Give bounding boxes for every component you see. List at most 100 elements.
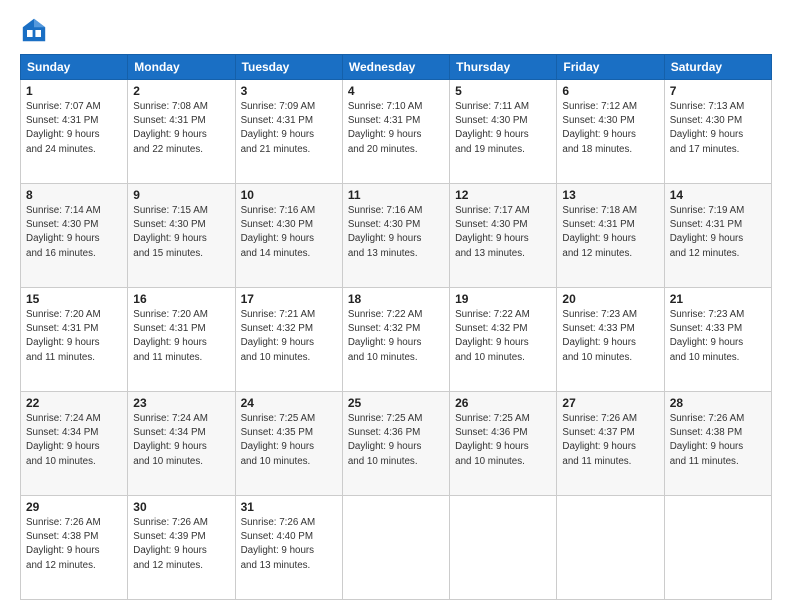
calendar-cell: 13Sunrise: 7:18 AM Sunset: 4:31 PM Dayli… <box>557 184 664 288</box>
calendar-cell <box>342 496 449 600</box>
calendar-cell: 25Sunrise: 7:25 AM Sunset: 4:36 PM Dayli… <box>342 392 449 496</box>
calendar-cell: 3 Sunrise: 7:09 AM Sunset: 4:31 PM Daylig… <box>235 80 342 184</box>
calendar-week-5: 29 Sunrise: 7:26 AM Sunset: 4:38 PM Dayli… <box>21 496 772 600</box>
day-header-monday: Monday <box>128 55 235 80</box>
day-number: 27 <box>562 396 658 410</box>
calendar-cell: 2 Sunrise: 7:08 AM Sunset: 4:31 PM Daylig… <box>128 80 235 184</box>
calendar-cell <box>664 496 771 600</box>
calendar-cell: 29 Sunrise: 7:26 AM Sunset: 4:38 PM Dayli… <box>21 496 128 600</box>
day-number: 6 <box>562 84 658 98</box>
day-info: Sunrise: 7:24 AM Sunset: 4:34 PM Dayligh… <box>133 412 229 469</box>
day-info: Sunrise: 7:16 AM Sunset: 4:30 PM Dayligh… <box>241 204 337 261</box>
calendar-cell: 30 Sunrise: 7:26 AM Sunset: 4:39 PM Dayli… <box>128 496 235 600</box>
day-number: 15 <box>26 292 122 306</box>
day-header-tuesday: Tuesday <box>235 55 342 80</box>
calendar-cell: 23 Sunrise: 7:24 AM Sunset: 4:34 PM Dayli… <box>128 392 235 496</box>
day-header-sunday: Sunday <box>21 55 128 80</box>
day-number: 21 <box>670 292 766 306</box>
calendar-cell: 1 Sunrise: 7:07 AM Sunset: 4:31 PM Daylig… <box>21 80 128 184</box>
day-info: Sunrise: 7:17 AM Sunset: 4:30 PM Dayligh… <box>455 204 551 261</box>
day-info: Sunrise: 7:25 AM Sunset: 4:36 PM Dayligh… <box>455 412 551 469</box>
day-header-thursday: Thursday <box>450 55 557 80</box>
calendar-cell: 5Sunrise: 7:11 AM Sunset: 4:30 PM Daylig… <box>450 80 557 184</box>
calendar-cell: 4 Sunrise: 7:10 AM Sunset: 4:31 PM Daylig… <box>342 80 449 184</box>
day-number: 28 <box>670 396 766 410</box>
calendar-cell: 20Sunrise: 7:23 AM Sunset: 4:33 PM Dayli… <box>557 288 664 392</box>
logo-icon <box>20 16 48 44</box>
calendar-header: SundayMondayTuesdayWednesdayThursdayFrid… <box>21 55 772 80</box>
day-info: Sunrise: 7:08 AM Sunset: 4:31 PM Dayligh… <box>133 100 229 157</box>
calendar-cell: 9Sunrise: 7:15 AM Sunset: 4:30 PM Daylig… <box>128 184 235 288</box>
day-info: Sunrise: 7:07 AM Sunset: 4:31 PM Dayligh… <box>26 100 122 157</box>
day-info: Sunrise: 7:26 AM Sunset: 4:38 PM Dayligh… <box>670 412 766 469</box>
day-number: 10 <box>241 188 337 202</box>
day-number: 20 <box>562 292 658 306</box>
day-info: Sunrise: 7:21 AM Sunset: 4:32 PM Dayligh… <box>241 308 337 365</box>
header <box>20 16 772 44</box>
calendar-cell: 7 Sunrise: 7:13 AM Sunset: 4:30 PM Daylig… <box>664 80 771 184</box>
day-number: 12 <box>455 188 551 202</box>
day-number: 29 <box>26 500 122 514</box>
day-number: 23 <box>133 396 229 410</box>
calendar-cell: 27Sunrise: 7:26 AM Sunset: 4:37 PM Dayli… <box>557 392 664 496</box>
calendar-cell: 24Sunrise: 7:25 AM Sunset: 4:35 PM Dayli… <box>235 392 342 496</box>
day-info: Sunrise: 7:22 AM Sunset: 4:32 PM Dayligh… <box>455 308 551 365</box>
calendar: SundayMondayTuesdayWednesdayThursdayFrid… <box>20 54 772 600</box>
day-number: 24 <box>241 396 337 410</box>
calendar-cell: 21 Sunrise: 7:23 AM Sunset: 4:33 PM Dayli… <box>664 288 771 392</box>
day-info: Sunrise: 7:22 AM Sunset: 4:32 PM Dayligh… <box>348 308 444 365</box>
calendar-cell <box>557 496 664 600</box>
calendar-cell: 6 Sunrise: 7:12 AM Sunset: 4:30 PM Daylig… <box>557 80 664 184</box>
day-number: 31 <box>241 500 337 514</box>
day-info: Sunrise: 7:26 AM Sunset: 4:40 PM Dayligh… <box>241 516 337 573</box>
day-number: 13 <box>562 188 658 202</box>
calendar-cell: 14 Sunrise: 7:19 AM Sunset: 4:31 PM Dayli… <box>664 184 771 288</box>
logo <box>20 16 52 44</box>
day-number: 8 <box>26 188 122 202</box>
calendar-week-4: 22 Sunrise: 7:24 AM Sunset: 4:34 PM Dayli… <box>21 392 772 496</box>
day-number: 1 <box>26 84 122 98</box>
day-number: 26 <box>455 396 551 410</box>
day-info: Sunrise: 7:11 AM Sunset: 4:30 PM Dayligh… <box>455 100 551 157</box>
day-info: Sunrise: 7:23 AM Sunset: 4:33 PM Dayligh… <box>670 308 766 365</box>
day-number: 11 <box>348 188 444 202</box>
day-info: Sunrise: 7:24 AM Sunset: 4:34 PM Dayligh… <box>26 412 122 469</box>
calendar-cell: 12 Sunrise: 7:17 AM Sunset: 4:30 PM Dayli… <box>450 184 557 288</box>
day-info: Sunrise: 7:16 AM Sunset: 4:30 PM Dayligh… <box>348 204 444 261</box>
calendar-cell: 28 Sunrise: 7:26 AM Sunset: 4:38 PM Dayli… <box>664 392 771 496</box>
day-info: Sunrise: 7:15 AM Sunset: 4:30 PM Dayligh… <box>133 204 229 261</box>
day-number: 7 <box>670 84 766 98</box>
calendar-cell: 11 Sunrise: 7:16 AM Sunset: 4:30 PM Dayli… <box>342 184 449 288</box>
day-info: Sunrise: 7:14 AM Sunset: 4:30 PM Dayligh… <box>26 204 122 261</box>
calendar-cell: 31 Sunrise: 7:26 AM Sunset: 4:40 PM Dayli… <box>235 496 342 600</box>
day-number: 22 <box>26 396 122 410</box>
day-number: 2 <box>133 84 229 98</box>
day-number: 25 <box>348 396 444 410</box>
calendar-cell: 26 Sunrise: 7:25 AM Sunset: 4:36 PM Dayli… <box>450 392 557 496</box>
day-info: Sunrise: 7:09 AM Sunset: 4:31 PM Dayligh… <box>241 100 337 157</box>
day-number: 30 <box>133 500 229 514</box>
day-info: Sunrise: 7:20 AM Sunset: 4:31 PM Dayligh… <box>133 308 229 365</box>
day-info: Sunrise: 7:26 AM Sunset: 4:38 PM Dayligh… <box>26 516 122 573</box>
calendar-cell: 22 Sunrise: 7:24 AM Sunset: 4:34 PM Dayli… <box>21 392 128 496</box>
day-info: Sunrise: 7:13 AM Sunset: 4:30 PM Dayligh… <box>670 100 766 157</box>
calendar-cell: 16Sunrise: 7:20 AM Sunset: 4:31 PM Dayli… <box>128 288 235 392</box>
day-number: 17 <box>241 292 337 306</box>
day-header-wednesday: Wednesday <box>342 55 449 80</box>
calendar-week-1: 1 Sunrise: 7:07 AM Sunset: 4:31 PM Daylig… <box>21 80 772 184</box>
calendar-cell <box>450 496 557 600</box>
calendar-cell: 8 Sunrise: 7:14 AM Sunset: 4:30 PM Daylig… <box>21 184 128 288</box>
calendar-cell: 15 Sunrise: 7:20 AM Sunset: 4:31 PM Dayli… <box>21 288 128 392</box>
day-info: Sunrise: 7:26 AM Sunset: 4:39 PM Dayligh… <box>133 516 229 573</box>
day-info: Sunrise: 7:20 AM Sunset: 4:31 PM Dayligh… <box>26 308 122 365</box>
day-info: Sunrise: 7:10 AM Sunset: 4:31 PM Dayligh… <box>348 100 444 157</box>
day-info: Sunrise: 7:19 AM Sunset: 4:31 PM Dayligh… <box>670 204 766 261</box>
calendar-cell: 10 Sunrise: 7:16 AM Sunset: 4:30 PM Dayli… <box>235 184 342 288</box>
day-info: Sunrise: 7:12 AM Sunset: 4:30 PM Dayligh… <box>562 100 658 157</box>
header-row: SundayMondayTuesdayWednesdayThursdayFrid… <box>21 55 772 80</box>
calendar-cell: 18Sunrise: 7:22 AM Sunset: 4:32 PM Dayli… <box>342 288 449 392</box>
day-number: 3 <box>241 84 337 98</box>
day-header-friday: Friday <box>557 55 664 80</box>
day-number: 4 <box>348 84 444 98</box>
day-number: 14 <box>670 188 766 202</box>
